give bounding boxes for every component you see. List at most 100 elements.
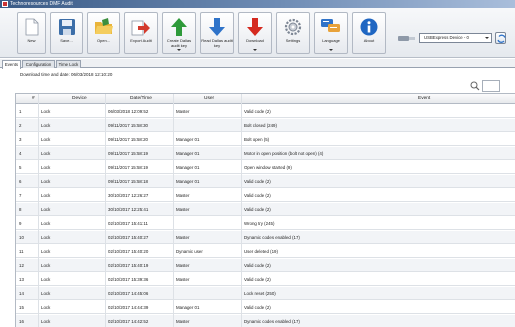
cell-number: 15: [19, 305, 24, 310]
table-row[interactable]: 3 Lock 09/11/2017 15:58:20 Manager 01 Bolt o…: [16, 133, 515, 146]
cell-datetime: 02/10/2017 15:40:19: [108, 263, 149, 268]
table-row[interactable]: 9 Lock 02/10/2017 15:41:11 Wrong try (245): [16, 217, 515, 230]
table-row[interactable]: 16 Lock 02/10/2017 14:42:52 Master Dynamic c…: [16, 315, 515, 327]
about-label: About: [363, 38, 375, 43]
table-row[interactable]: 4 Lock 09/11/2017 15:58:19 Manager 01 Motor …: [16, 147, 515, 160]
app-icon: [2, 1, 8, 7]
table-row[interactable]: 10 Lock 02/10/2017 15:40:27 Master Dynamic c…: [16, 231, 515, 244]
cell-event: Motor in open position (bolt not open) (…: [244, 151, 324, 156]
create-dallas-audit-key-button[interactable]: Create Dallas audit key: [162, 12, 196, 54]
cell-datetime: 02/10/2017 15:40:27: [108, 235, 149, 240]
cell-number: 10: [19, 235, 24, 240]
window-title-bar: Technoresources DMF Audit: [0, 0, 515, 8]
cell-user: Master: [176, 207, 190, 212]
tab-time-lock[interactable]: Time Lock: [56, 60, 81, 68]
column-header-number[interactable]: #: [32, 94, 35, 104]
device-select[interactable]: USBExpress Device - 0: [419, 33, 492, 43]
gear-icon: [284, 18, 302, 36]
tab-configuration[interactable]: Configuration: [22, 60, 55, 68]
cell-device: Lock: [41, 151, 51, 156]
table-row[interactable]: 1 Lock 06/03/2018 12:09:52 Master Valid code…: [16, 105, 515, 118]
save-button[interactable]: Save...: [50, 12, 83, 54]
cell-user: Manager 01: [176, 179, 200, 184]
open-button[interactable]: Open...: [87, 12, 120, 54]
cell-number: 16: [19, 319, 24, 324]
device-select-value: USBExpress Device - 0: [424, 35, 469, 40]
tab-events[interactable]: Events: [2, 60, 21, 69]
cell-event: Wrong try (245): [244, 221, 275, 226]
cell-event: User deleted (19): [244, 249, 278, 254]
table-row[interactable]: 12 Lock 02/10/2017 15:40:19 Master Valid cod…: [16, 259, 515, 272]
column-header-user[interactable]: User: [204, 94, 214, 104]
cell-device: Lock: [41, 179, 51, 184]
cell-user: Master: [176, 235, 190, 240]
table-row[interactable]: 2 Lock 09/11/2017 15:58:30 Bolt closed (249…: [16, 119, 515, 132]
search-icon[interactable]: [470, 81, 480, 91]
chevron-down-icon: [253, 49, 257, 51]
about-button[interactable]: About: [352, 12, 386, 54]
chevron-down-icon: [329, 49, 333, 51]
table-row[interactable]: 7 Lock 30/10/2017 12:26:27 Master Valid code…: [16, 189, 515, 202]
cell-number: 2: [19, 123, 22, 128]
cell-datetime: 09/11/2017 15:58:30: [108, 123, 148, 128]
language-label: Language: [322, 38, 340, 43]
table-row[interactable]: 15 Lock 02/10/2017 14:44:39 Manager 01 Valid…: [16, 301, 515, 314]
column-header-device[interactable]: Device: [72, 94, 87, 104]
cell-datetime: 09/11/2017 15:58:18: [108, 179, 148, 184]
cell-event: Open window started (9): [244, 165, 292, 170]
cell-number: 9: [19, 221, 22, 226]
cell-device: Lock: [41, 291, 51, 296]
cell-number: 5: [19, 165, 22, 170]
table-row[interactable]: 5 Lock 09/11/2017 15:58:19 Manager 01 Open w…: [16, 161, 515, 174]
new-button[interactable]: New: [17, 12, 46, 54]
new-label: New: [27, 38, 36, 43]
column-header-event[interactable]: Event: [418, 94, 430, 104]
cell-event: Bolt closed (249): [244, 123, 277, 128]
download-red-arrow-icon: [247, 18, 263, 36]
table-row[interactable]: 14 Lock 02/10/2017 14:45:06 Lock reset (250…: [16, 287, 515, 300]
language-button[interactable]: Language: [314, 12, 348, 54]
cell-event: Valid code (2): [244, 263, 271, 268]
settings-button[interactable]: Settings: [276, 12, 310, 54]
save-icon: [58, 19, 75, 35]
cell-device: Lock: [41, 263, 51, 268]
column-header-datetime[interactable]: Date/Time: [130, 94, 152, 104]
cell-device: Lock: [41, 109, 51, 114]
cell-number: 1: [19, 109, 22, 114]
refresh-button[interactable]: [495, 32, 506, 44]
refresh-icon: [497, 34, 506, 43]
cell-event: Lock reset (250): [244, 291, 276, 296]
cell-datetime: 02/10/2017 15:40:20: [108, 249, 149, 254]
table-row[interactable]: 8 Lock 30/10/2017 12:25:41 Master Valid code…: [16, 203, 515, 216]
cell-datetime: 09/11/2017 15:58:19: [108, 151, 148, 156]
cell-number: 3: [19, 137, 22, 142]
cell-datetime: 09/11/2017 15:58:20: [108, 137, 148, 142]
table-row[interactable]: 13 Lock 02/10/2017 15:39:36 Master Valid cod…: [16, 273, 515, 286]
cell-datetime: 06/03/2018 12:09:52: [108, 109, 149, 114]
download-button[interactable]: Download: [238, 12, 272, 54]
settings-label: Settings: [285, 38, 301, 43]
cell-datetime: 09/11/2017 15:58:19: [108, 165, 148, 170]
cell-user: Manager 01: [176, 151, 200, 156]
language-icon: [321, 19, 340, 32]
table-row[interactable]: 11 Lock 02/10/2017 15:40:20 Dynamic user Use…: [16, 245, 515, 258]
cell-number: 11: [19, 249, 24, 254]
read-dallas-audit-key-button[interactable]: Read Dallas audit key: [200, 12, 234, 54]
cell-device: Lock: [41, 235, 51, 240]
cell-user: Master: [176, 193, 190, 198]
export-icon: [131, 20, 150, 36]
cell-event: Dynamic codes enabled (17): [244, 235, 300, 240]
export-audit-button[interactable]: Export Audit: [124, 12, 158, 54]
cell-datetime: 30/10/2017 12:26:27: [108, 193, 149, 198]
export-audit-label: Export Audit: [130, 38, 152, 43]
cell-user: Manager 01: [176, 137, 200, 142]
cell-event: Dynamic codes enabled (17): [244, 319, 300, 324]
cell-user: Dynamic user: [176, 249, 203, 254]
table-row[interactable]: 6 Lock 09/11/2017 15:58:18 Manager 01 Valid …: [16, 175, 515, 188]
download-label: Download: [246, 38, 264, 43]
search-input[interactable]: [482, 80, 500, 92]
cell-device: Lock: [41, 123, 51, 128]
upload-green-arrow-icon: [171, 18, 187, 36]
cell-datetime: 30/10/2017 12:25:41: [108, 207, 149, 212]
cell-datetime: 02/10/2017 14:42:52: [108, 319, 149, 324]
